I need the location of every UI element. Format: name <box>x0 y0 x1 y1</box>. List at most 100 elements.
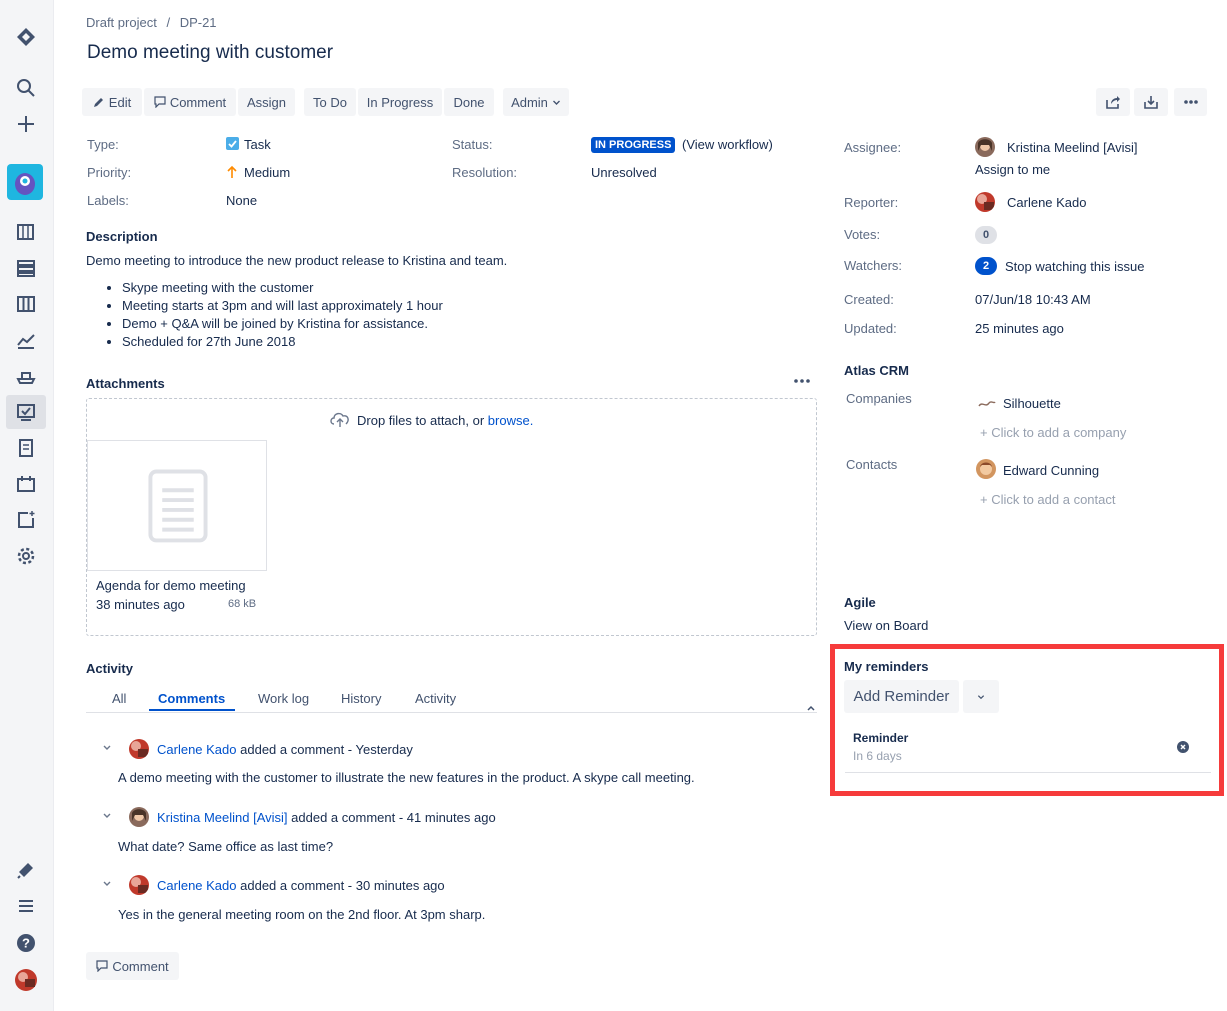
attachment-thumbnail[interactable] <box>87 440 267 571</box>
share-button[interactable] <box>1096 88 1130 116</box>
stop-watching-link[interactable]: Stop watching this issue <box>1005 259 1144 274</box>
labels-value: None <box>226 193 258 208</box>
calendar-icon[interactable] <box>14 472 38 496</box>
admin-dropdown-button[interactable]: Admin <box>503 88 569 116</box>
cloud-upload-icon <box>329 410 351 428</box>
document-icon <box>148 469 208 543</box>
list-item: Scheduled for 27th June 2018 <box>122 333 443 351</box>
attachments-more-icon[interactable] <box>792 373 812 389</box>
pencil-icon <box>93 98 103 107</box>
reporter-value[interactable]: Carlene Kado <box>1007 195 1087 210</box>
atlas-crm-heading: Atlas CRM <box>844 363 910 378</box>
comment-icon <box>96 960 108 972</box>
add-item-icon[interactable] <box>14 508 38 532</box>
breadcrumb-issue-key[interactable]: DP-21 <box>180 15 217 30</box>
feedback-megaphone-icon[interactable] <box>14 858 38 882</box>
company-value[interactable]: Silhouette <box>1003 396 1061 411</box>
svg-text:?: ? <box>22 936 30 951</box>
companies-label: Companies <box>846 391 912 406</box>
in-progress-transition-button[interactable]: In Progress <box>358 88 442 116</box>
tab-work-log[interactable]: Work log <box>258 691 309 706</box>
reminder-options-dropdown[interactable] <box>963 680 999 713</box>
comment-author-link[interactable]: Carlene Kado <box>157 878 237 893</box>
assign-button[interactable]: Assign <box>238 88 295 116</box>
contact-value[interactable]: Edward Cunning <box>1003 463 1099 478</box>
todo-transition-button[interactable]: To Do <box>304 88 356 116</box>
comment-author-link[interactable]: Kristina Meelind [Avisi] <box>157 810 288 825</box>
status-label: Status: <box>452 137 493 152</box>
reminder-item-title[interactable]: Reminder <box>853 731 908 745</box>
activity-heading: Activity <box>86 661 133 676</box>
assignee-value[interactable]: Kristina Meelind [Avisi] <box>1007 140 1138 155</box>
chevron-down-icon <box>552 100 560 105</box>
settings-gear-icon[interactable] <box>14 544 38 568</box>
todo-button-label: To Do <box>313 94 347 110</box>
avatar <box>129 807 149 827</box>
chevron-down-icon <box>977 694 985 699</box>
reports-chart-icon[interactable] <box>14 328 38 352</box>
watchers-count-badge[interactable]: 2 <box>975 257 997 275</box>
add-comment-label: Comment <box>112 958 169 974</box>
add-comment-button[interactable]: Comment <box>86 952 179 980</box>
add-contact-link[interactable]: + Click to add a contact <box>980 492 1116 507</box>
attachment-file-link[interactable]: Agenda for demo meeting <box>96 578 246 593</box>
export-download-icon <box>1144 96 1158 109</box>
project-avatar-icon[interactable] <box>7 164 43 200</box>
tab-activity[interactable]: Activity <box>415 691 456 706</box>
sort-chevron-up-icon[interactable] <box>806 700 816 711</box>
priority-label: Priority: <box>87 165 132 180</box>
view-workflow-link[interactable]: (View workflow) <box>682 137 773 152</box>
drop-files-label: Drop files to attach, or <box>357 413 485 428</box>
votes-count-badge[interactable]: 0 <box>975 226 997 244</box>
tab-history[interactable]: History <box>341 691 381 706</box>
pages-icon[interactable] <box>14 436 38 460</box>
add-company-link[interactable]: + Click to add a company <box>980 425 1126 440</box>
global-sidebar: ? <box>0 0 54 1011</box>
created-label: Created: <box>844 292 894 307</box>
more-actions-button[interactable] <box>1174 88 1207 116</box>
remove-reminder-icon[interactable] <box>1177 741 1189 753</box>
more-ellipsis-icon <box>1183 100 1198 104</box>
tab-divider <box>86 712 817 713</box>
tab-all[interactable]: All <box>112 691 126 706</box>
tab-comments[interactable]: Comments <box>158 691 225 706</box>
agile-heading: Agile <box>844 595 876 610</box>
jira-logo-icon[interactable] <box>14 25 38 49</box>
search-icon[interactable] <box>14 76 38 100</box>
comment-body: A demo meeting with the customer to illu… <box>118 770 695 785</box>
collapse-chevron-icon[interactable] <box>102 876 112 886</box>
resolution-label: Resolution: <box>452 165 518 180</box>
create-plus-icon[interactable] <box>14 112 38 136</box>
contacts-label: Contacts <box>846 457 898 472</box>
backlog-icon[interactable] <box>14 256 38 280</box>
board-icon[interactable] <box>14 220 38 244</box>
help-icon[interactable]: ? <box>14 931 38 955</box>
menu-hamburger-icon[interactable] <box>14 894 38 918</box>
list-item: Meeting starts at 3pm and will last appr… <box>122 297 443 315</box>
assign-to-me-link[interactable]: Assign to me <box>975 162 1050 177</box>
add-reminder-button[interactable]: Add Reminder <box>844 680 959 713</box>
comment-button[interactable]: Comment <box>144 88 236 116</box>
labels-label: Labels: <box>87 193 129 208</box>
export-button[interactable] <box>1134 88 1168 116</box>
comment-author-link[interactable]: Carlene Kado <box>157 742 237 757</box>
done-button-label: Done <box>453 94 485 110</box>
description-text[interactable]: Demo meeting to introduce the new produc… <box>86 253 507 268</box>
edit-button[interactable]: Edit <box>82 88 142 116</box>
issues-icon[interactable] <box>14 400 38 424</box>
profile-avatar[interactable] <box>15 969 37 991</box>
collapse-chevron-icon[interactable] <box>102 808 112 818</box>
kanban-columns-icon[interactable] <box>14 292 38 316</box>
avatar <box>129 739 149 759</box>
updated-value: 25 minutes ago <box>975 321 1064 336</box>
votes-label: Votes: <box>844 227 881 242</box>
browse-link[interactable]: browse. <box>488 413 534 428</box>
comment-meta: added a comment - 41 minutes ago <box>291 810 496 825</box>
type-value: Task <box>244 137 271 152</box>
releases-ship-icon[interactable] <box>14 364 38 388</box>
collapse-chevron-icon[interactable] <box>102 740 112 750</box>
breadcrumb-project-link[interactable]: Draft project <box>86 15 157 30</box>
done-transition-button[interactable]: Done <box>444 88 494 116</box>
list-item: Demo + Q&A will be joined by Kristina fo… <box>122 315 443 333</box>
view-on-board-link[interactable]: View on Board <box>844 618 928 633</box>
